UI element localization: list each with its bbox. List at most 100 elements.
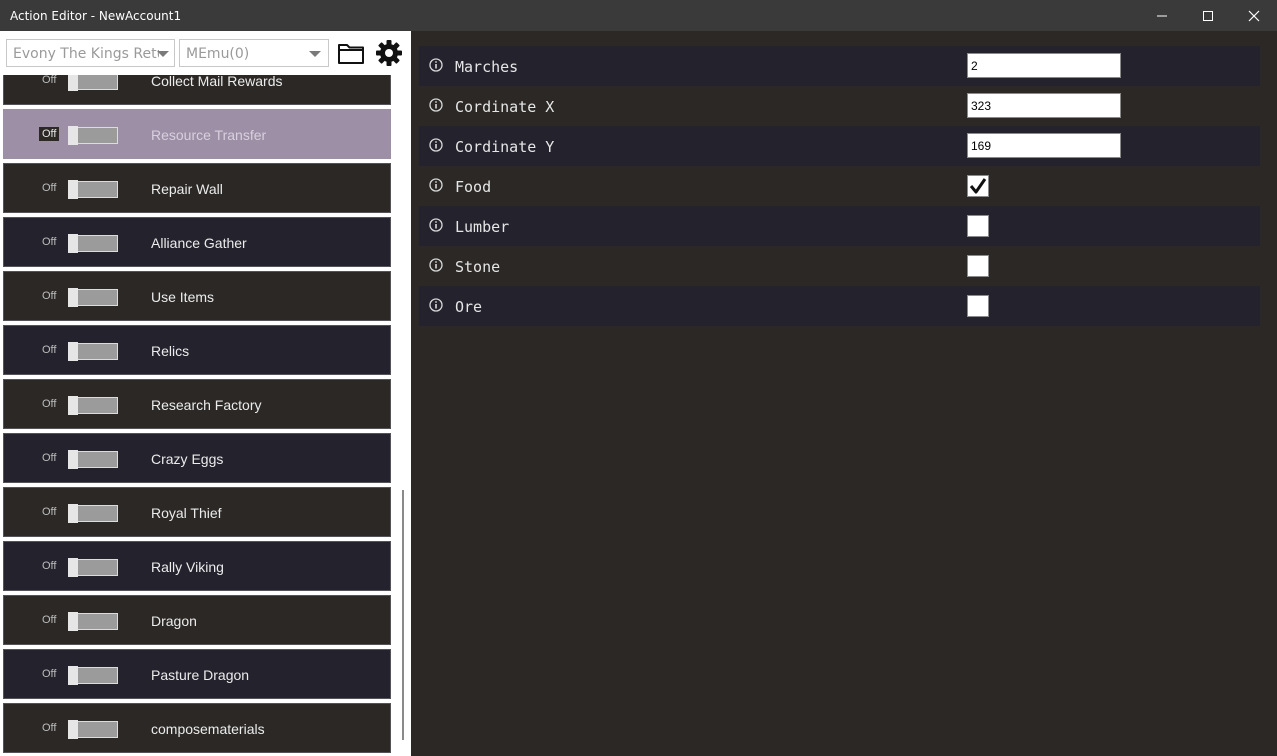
param-label: Marches xyxy=(455,58,519,76)
toggle-state-label: Off xyxy=(42,398,57,410)
game-select[interactable]: Evony The Kings Return xyxy=(6,39,175,67)
info-icon[interactable] xyxy=(429,178,443,192)
param-row-food: Food xyxy=(419,166,1260,206)
info-icon[interactable] xyxy=(429,298,443,312)
action-label: Research Factory xyxy=(151,397,262,413)
info-icon[interactable] xyxy=(429,58,443,72)
toggle-state-label: Off xyxy=(42,236,57,248)
list-item[interactable]: Off composematerials xyxy=(3,703,391,753)
info-icon[interactable] xyxy=(429,258,443,272)
list-item[interactable]: Off Alliance Gather xyxy=(3,217,391,267)
param-row-cordinate-x: Cordinate X xyxy=(419,86,1260,126)
chevron-down-icon xyxy=(157,51,169,57)
param-row-ore: Ore xyxy=(419,286,1260,326)
toggle-state-label: Off xyxy=(39,127,60,141)
list-item[interactable]: Off Royal Thief xyxy=(3,487,391,537)
list-item[interactable]: Off Crazy Eggs xyxy=(3,433,391,483)
param-row-cordinate-y: Cordinate Y xyxy=(419,126,1260,166)
marches-input[interactable] xyxy=(967,53,1121,78)
toggle-thumb xyxy=(68,288,78,307)
list-item[interactable]: Off Relics xyxy=(3,325,391,375)
toggle-thumb xyxy=(68,180,78,199)
food-checkbox[interactable] xyxy=(967,175,989,197)
param-label: Stone xyxy=(455,258,501,276)
stone-checkbox[interactable] xyxy=(967,255,989,277)
list-item[interactable]: Off Repair Wall xyxy=(3,163,391,213)
toggle-thumb xyxy=(68,396,78,415)
toggle-state-label: Off xyxy=(42,75,57,86)
gear-icon xyxy=(376,40,402,66)
action-label: Relics xyxy=(151,343,190,359)
action-list[interactable]: Off Collect Mail Rewards Off Resource Tr… xyxy=(0,75,395,756)
param-label: Cordinate X xyxy=(455,98,555,116)
list-item[interactable]: Off Collect Mail Rewards xyxy=(3,75,391,105)
toggle-thumb xyxy=(68,720,78,739)
info-icon[interactable] xyxy=(429,138,443,152)
list-item[interactable]: Off Dragon xyxy=(3,595,391,645)
window-title: Action Editor - NewAccount1 xyxy=(10,9,182,23)
action-label: Rally Viking xyxy=(151,559,224,575)
lumber-checkbox[interactable] xyxy=(967,215,989,237)
chevron-down-icon xyxy=(309,51,321,57)
toggle-state-label: Off xyxy=(42,560,57,572)
info-icon[interactable] xyxy=(429,98,443,112)
minimize-button[interactable] xyxy=(1139,0,1185,31)
settings-button[interactable] xyxy=(374,38,404,68)
close-button[interactable] xyxy=(1231,0,1277,31)
toggle-state-label: Off xyxy=(42,506,57,518)
param-label: Cordinate Y xyxy=(455,138,555,156)
list-scrollbar[interactable] xyxy=(395,75,411,756)
toggle-state-label: Off xyxy=(42,344,57,356)
toggle-state-label: Off xyxy=(42,668,57,680)
toggle-thumb xyxy=(68,504,78,523)
action-label: Resource Transfer xyxy=(151,127,267,143)
game-select-value: Evony The Kings Return xyxy=(13,46,159,62)
action-label: Royal Thief xyxy=(151,505,222,521)
toolbar: Evony The Kings Return MEmu(0) xyxy=(0,31,411,75)
action-label: Repair Wall xyxy=(151,181,223,197)
toggle-state-label: Off xyxy=(42,182,57,194)
list-item[interactable]: Off Pasture Dragon xyxy=(3,649,391,699)
list-item[interactable]: Off Research Factory xyxy=(3,379,391,429)
action-label: Crazy Eggs xyxy=(151,451,224,467)
emulator-select[interactable]: MEmu(0) xyxy=(179,39,329,67)
param-label: Food xyxy=(455,178,492,196)
action-label: Use Items xyxy=(151,289,215,305)
toggle-thumb xyxy=(68,666,78,685)
maximize-icon xyxy=(1203,10,1213,21)
param-row-lumber: Lumber xyxy=(419,206,1260,246)
toggle-thumb xyxy=(68,612,78,631)
toggle-thumb xyxy=(68,126,78,145)
checkmark-icon xyxy=(969,178,987,194)
param-row-stone: Stone xyxy=(419,246,1260,286)
cordinate-x-input[interactable] xyxy=(967,93,1121,118)
toggle-thumb xyxy=(68,75,78,91)
list-item[interactable]: Off Use Items xyxy=(3,271,391,321)
toggle-state-label: Off xyxy=(42,722,57,734)
action-label: Pasture Dragon xyxy=(151,667,250,683)
list-item[interactable]: Off Resource Transfer xyxy=(3,109,391,159)
maximize-button[interactable] xyxy=(1185,0,1231,31)
info-icon[interactable] xyxy=(429,218,443,232)
toggle-state-label: Off xyxy=(42,452,57,464)
folder-icon xyxy=(338,44,364,64)
scrollbar-thumb[interactable] xyxy=(402,490,404,740)
toggle-state-label: Off xyxy=(42,290,57,302)
open-folder-button[interactable] xyxy=(336,38,366,68)
cordinate-y-input[interactable] xyxy=(967,133,1121,158)
toggle-state-label: Off xyxy=(42,614,57,626)
close-icon xyxy=(1248,10,1260,21)
ore-checkbox[interactable] xyxy=(967,295,989,317)
action-label: Collect Mail Rewards xyxy=(151,75,283,89)
toggle-thumb xyxy=(68,234,78,253)
toggle-thumb xyxy=(68,558,78,577)
list-item[interactable]: Off Rally Viking xyxy=(3,541,391,591)
action-label: Dragon xyxy=(151,613,197,629)
parameter-panel: Marches Cordinate X Cordinate Y Food Lum… xyxy=(411,31,1277,756)
param-row-marches: Marches xyxy=(419,46,1260,86)
minimize-icon xyxy=(1157,15,1167,16)
emulator-select-value: MEmu(0) xyxy=(186,46,250,62)
title-bar: Action Editor - NewAccount1 xyxy=(0,0,1277,31)
toggle-thumb xyxy=(68,450,78,469)
param-label: Ore xyxy=(455,298,483,316)
